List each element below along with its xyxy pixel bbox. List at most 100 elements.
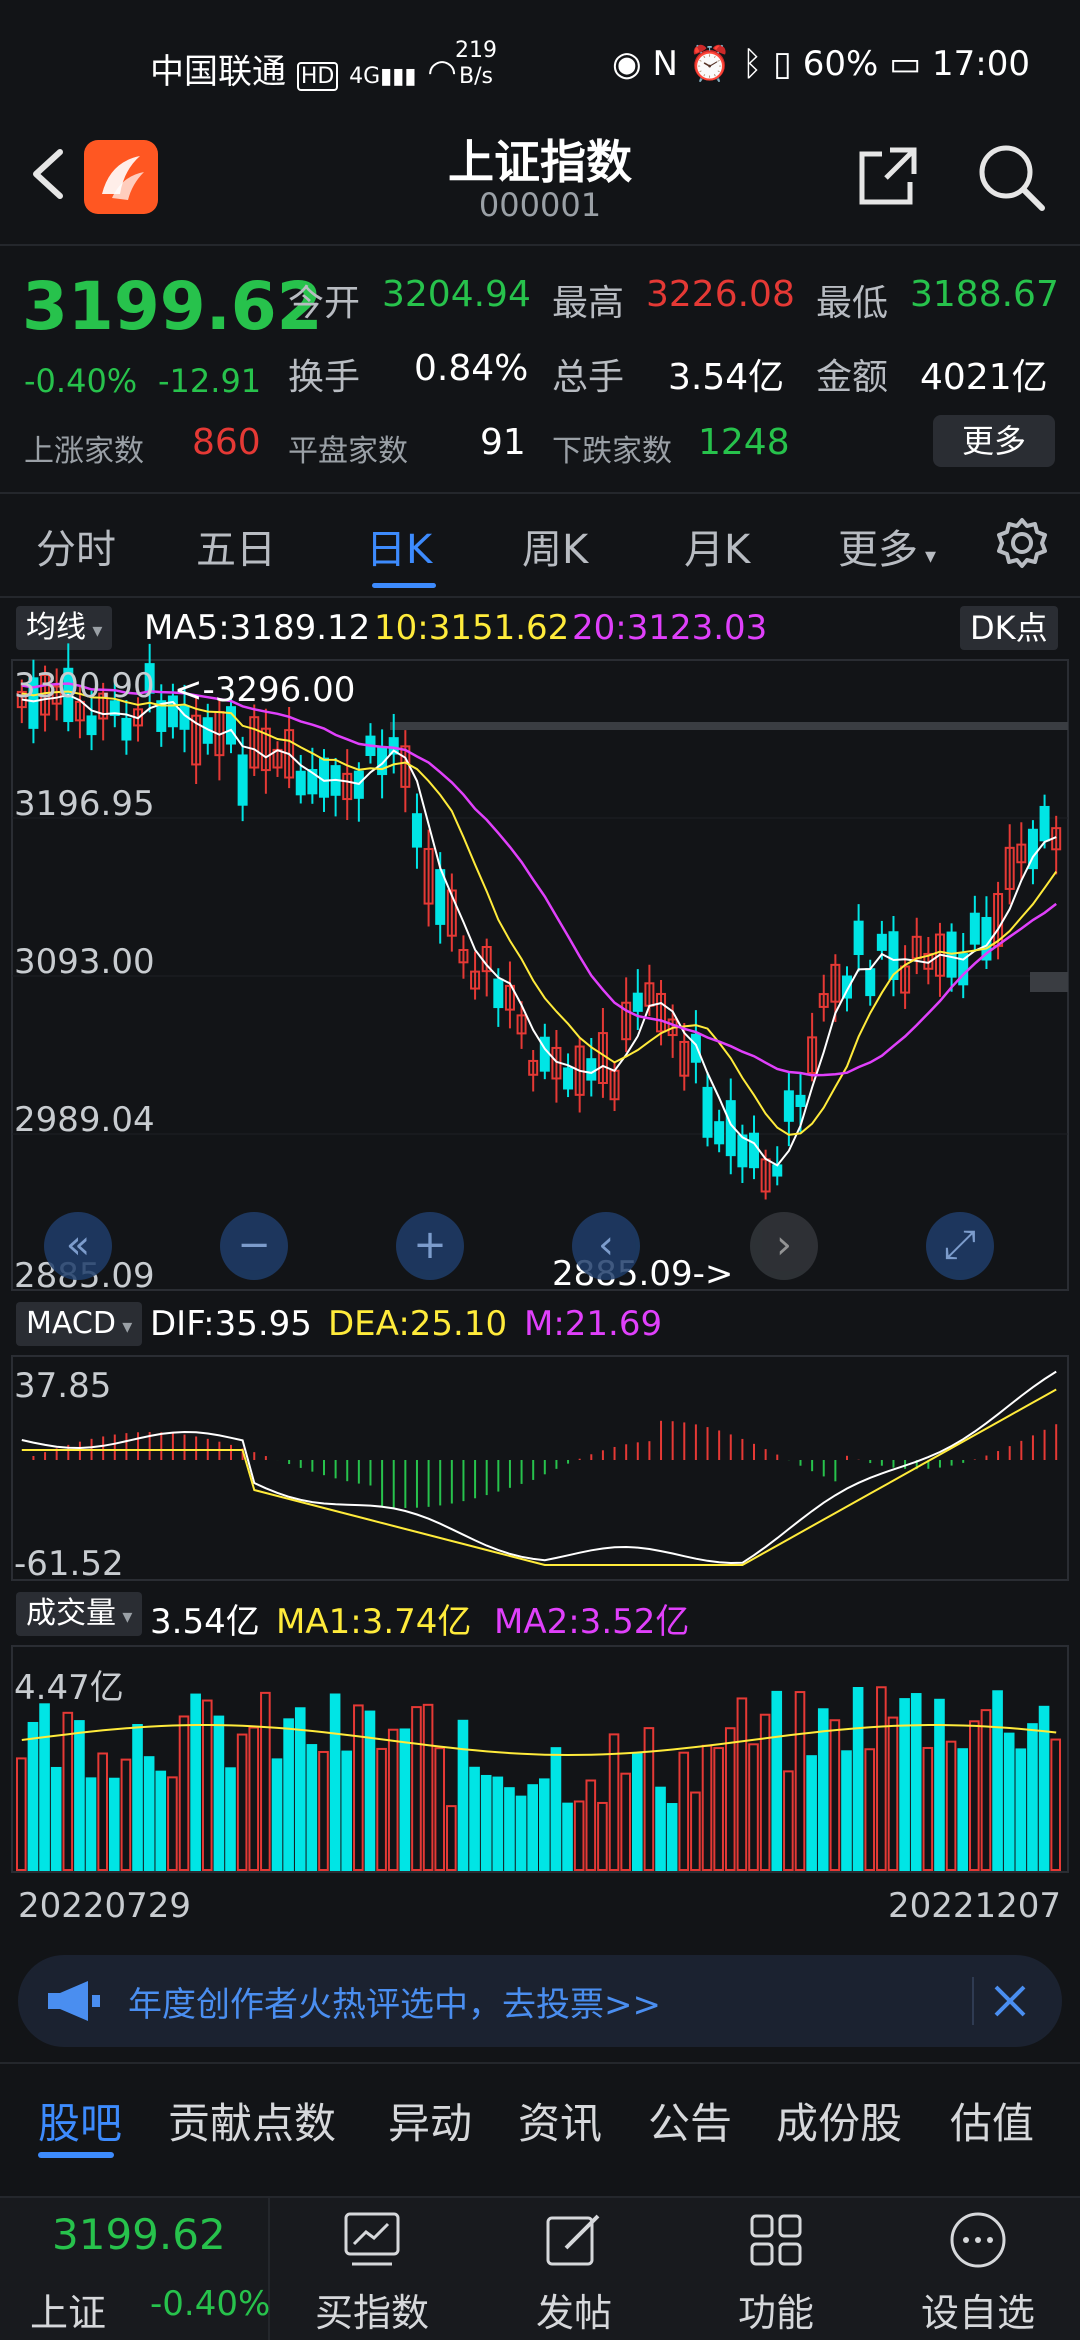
volume-bar <box>399 1728 411 1871</box>
tab-five-day[interactable]: 五日 <box>196 517 276 575</box>
volume-bar <box>620 1772 631 1872</box>
megaphone-icon <box>48 1981 100 2021</box>
low-value: 3188.67 <box>910 274 1059 315</box>
volume-bar <box>643 1727 655 1871</box>
period-tabs: 分时 五日 日K 周K 月K 更多 ▾ <box>0 495 1080 595</box>
tab-news[interactable]: 资讯 <box>518 2090 602 2151</box>
volume-ma1: MA1:3.74亿 <box>276 1602 472 1642</box>
candle-body <box>493 978 504 1009</box>
gear-icon[interactable] <box>996 517 1048 569</box>
volume-bar <box>806 1755 817 1871</box>
post-button[interactable]: 发帖 <box>484 2198 664 2340</box>
vibrate-icon: ▯ <box>773 44 792 84</box>
scroll-left-icon[interactable]: ‹ <box>572 1212 640 1280</box>
volume-bar <box>550 1747 562 1872</box>
zoom-in-icon[interactable]: + <box>396 1212 464 1280</box>
volume-bar <box>631 1752 643 1872</box>
volume-value: 3.54亿 <box>150 1602 260 1642</box>
volume-bar <box>213 1715 225 1872</box>
volume-bar <box>16 1757 27 1871</box>
caret-down-icon: ▾ <box>918 544 937 569</box>
promo-banner[interactable]: 年度创作者火热评选中，去投票>> <box>18 1955 1062 2047</box>
scroll-right-icon[interactable]: › <box>750 1212 818 1280</box>
candle-body <box>690 1033 701 1063</box>
dea-value: DEA:25.10 <box>328 1304 508 1344</box>
tab-valuation[interactable]: 估值 <box>950 2090 1034 2151</box>
ma20-line <box>21 682 1057 1077</box>
volume-indicator-select[interactable]: 成交量 ▾ <box>16 1592 143 1636</box>
candle-body <box>865 968 876 997</box>
nfc-icon: N <box>652 44 678 84</box>
volume-bar <box>178 1715 190 1871</box>
close-icon[interactable] <box>990 1981 1030 2021</box>
post-label: 发帖 <box>535 2291 612 2335</box>
volume-bar <box>341 1750 353 1871</box>
more-button[interactable]: 更多 <box>933 415 1055 467</box>
volume-bar <box>504 1787 515 1872</box>
candle-body <box>237 754 248 806</box>
candle-body <box>853 920 864 956</box>
scroll-left-fast-icon[interactable]: « <box>44 1212 112 1280</box>
functions-button[interactable]: 功能 <box>686 2198 866 2340</box>
tab-constituents[interactable]: 成份股 <box>776 2090 902 2151</box>
caret-down-icon: ▾ <box>115 1314 133 1338</box>
volume-bar <box>190 1693 201 1872</box>
volume-bar <box>724 1727 736 1871</box>
macd-indicator-select[interactable]: MACD ▾ <box>16 1302 143 1346</box>
tab-weekly-k[interactable]: 周K <box>522 517 588 575</box>
buy-index-button[interactable]: 买指数 <box>282 2198 462 2340</box>
volume-bar <box>411 1706 422 1872</box>
candle-body <box>714 1121 725 1145</box>
network-speed: 219 B/s <box>455 38 497 89</box>
candle-body <box>702 1086 713 1138</box>
share-icon[interactable] <box>856 144 920 208</box>
header: 上证指数 000001 <box>0 130 1080 245</box>
tab-guba[interactable]: 股吧 <box>38 2090 122 2151</box>
volume-bar <box>260 1691 271 1872</box>
fullscreen-icon[interactable]: ⤢ <box>926 1212 994 1280</box>
volume-bar <box>876 1686 887 1872</box>
flat-count-label: 平盘家数 <box>288 434 408 469</box>
tab-announcements[interactable]: 公告 <box>648 2090 732 2151</box>
grid-icon <box>750 2214 802 2266</box>
volume-bar <box>1027 1723 1038 1872</box>
macd-m-value: M:21.69 <box>524 1304 663 1344</box>
wifi-icon: ◠ <box>427 52 457 92</box>
volume-bar <box>294 1707 306 1871</box>
search-icon[interactable] <box>976 142 1046 212</box>
kline-chart[interactable] <box>0 600 1080 1940</box>
max-marker: <-3296.00 <box>174 670 356 710</box>
zoom-out-icon[interactable]: − <box>220 1212 288 1280</box>
volume-bar <box>74 1720 85 1871</box>
macd-dif-line <box>21 1370 1057 1565</box>
volume-bar <box>748 1743 759 1872</box>
high-value: 3226.08 <box>646 274 795 315</box>
volume-bar <box>597 1801 608 1872</box>
candle-body <box>783 1090 794 1122</box>
tab-movement[interactable]: 异动 <box>388 2090 472 2151</box>
clock: 17:00 <box>932 44 1030 84</box>
tab-intraday[interactable]: 分时 <box>36 517 116 575</box>
add-watchlist-button[interactable]: 设自选 <box>888 2198 1068 2340</box>
mini-quote[interactable]: 3199.62 上证 -0.40% <box>0 2198 270 2340</box>
volume-bar <box>155 1770 167 1871</box>
up-count: 860 <box>192 422 261 463</box>
volume-bar <box>143 1756 155 1871</box>
current-price: 3199.62 <box>22 268 323 345</box>
volume-bar <box>922 1746 934 1871</box>
volume-bar <box>271 1758 283 1871</box>
volume-value: 3.54亿 <box>668 357 785 398</box>
high-label: 最高 <box>552 283 625 324</box>
volume-bar <box>62 1711 74 1871</box>
tab-more[interactable]: 更多 ▾ <box>838 517 936 575</box>
status-bar: 中国联通 HD 4G▮▮▮ ◠ 219 B/s ◉ N ⏰ ᛒ ▯ 60% ▭ 1… <box>0 0 1080 130</box>
watchlist-label: 设自选 <box>920 2291 1035 2335</box>
volume-bar <box>515 1795 527 1871</box>
volume-bar <box>457 1719 469 1871</box>
tab-contribution[interactable]: 贡献点数 <box>168 2090 336 2151</box>
volume-bar <box>236 1733 248 1872</box>
volume-bar <box>446 1805 457 1872</box>
volume-bar <box>701 1744 713 1871</box>
tab-monthly-k[interactable]: 月K <box>684 517 750 575</box>
tab-daily-k[interactable]: 日K <box>366 517 432 575</box>
